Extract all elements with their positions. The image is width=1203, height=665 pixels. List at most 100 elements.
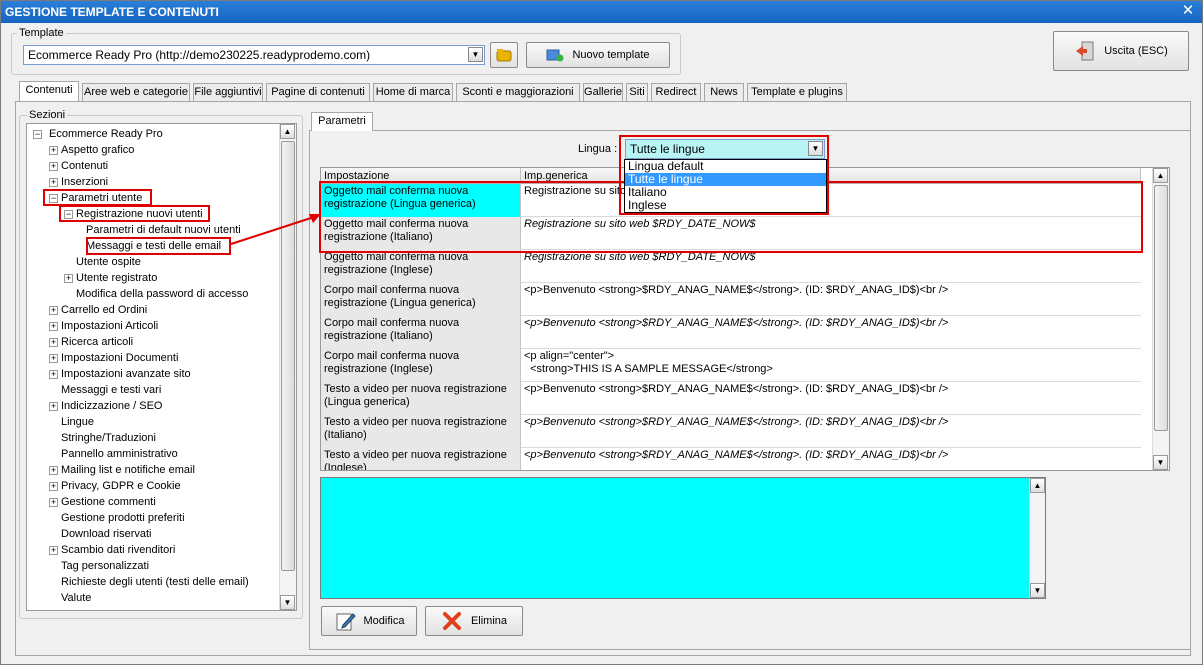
tab-1[interactable]: Aree web e categorie — [82, 83, 190, 101]
column-header[interactable]: Impostazione — [321, 168, 521, 184]
tree-item[interactable]: Valute — [61, 590, 91, 606]
tab-2[interactable]: File aggiuntivi — [193, 83, 263, 101]
tab-3[interactable]: Pagine di contenuti — [266, 83, 370, 101]
expand-icon[interactable]: + — [49, 482, 58, 491]
lingua-option[interactable]: Inglese — [625, 199, 826, 212]
value-cell[interactable]: Registrazione su sito web $RDY_DATE_NOW$ — [521, 250, 1141, 283]
expand-icon[interactable]: + — [49, 162, 58, 171]
expand-icon[interactable]: + — [49, 370, 58, 379]
tree-item[interactable]: Indicizzazione / SEO — [61, 398, 163, 414]
tab-10[interactable]: Template e plugins — [747, 83, 847, 101]
table-row[interactable]: Testo a video per nuova registrazione (I… — [321, 448, 1141, 470]
expand-icon[interactable]: + — [49, 146, 58, 155]
scroll-down-icon[interactable]: ▼ — [1153, 455, 1168, 470]
tree-item[interactable]: Aspetto grafico — [61, 142, 134, 158]
setting-cell[interactable]: Corpo mail conferma nuova registrazione … — [321, 316, 521, 349]
tree-item[interactable]: Impostazioni Articoli — [61, 318, 158, 334]
tab-5[interactable]: Sconti e maggiorazioni — [456, 83, 580, 101]
tree-item[interactable]: Gestione commenti — [61, 494, 156, 510]
table-row[interactable]: Oggetto mail conferma nuova registrazion… — [321, 250, 1141, 283]
scroll-thumb[interactable] — [281, 141, 295, 571]
expand-icon[interactable]: + — [49, 338, 58, 347]
collapse-icon[interactable]: − — [64, 210, 73, 219]
scroll-up-icon[interactable]: ▲ — [280, 124, 295, 139]
expand-icon[interactable]: + — [49, 306, 58, 315]
value-cell[interactable]: <p>Benvenuto <strong>$RDY_ANAG_NAME$</st… — [521, 415, 1141, 448]
scroll-down-icon[interactable]: ▼ — [280, 595, 295, 610]
exit-button[interactable]: Uscita (ESC) — [1053, 31, 1189, 71]
collapse-icon[interactable]: − — [49, 194, 58, 203]
tab-parametri[interactable]: Parametri — [311, 112, 373, 131]
value-cell[interactable]: Registrazione su sito — [521, 184, 1141, 217]
value-cell[interactable]: Registrazione su sito web $RDY_DATE_NOW$ — [521, 217, 1141, 250]
close-icon[interactable]: ✕ — [1180, 3, 1196, 19]
value-cell[interactable]: <p>Benvenuto <strong>$RDY_ANAG_NAME$</st… — [521, 283, 1141, 316]
tab-6[interactable]: Gallerie — [583, 83, 623, 101]
memo-scrollbar[interactable]: ▲ ▼ — [1029, 478, 1045, 598]
expand-icon[interactable]: + — [64, 274, 73, 283]
tree-item[interactable]: Impostazioni avanzate sito — [61, 366, 191, 382]
setting-cell[interactable]: Oggetto mail conferma nuova registrazion… — [321, 250, 521, 283]
tree-item[interactable]: Modifica della password di accesso — [76, 286, 248, 302]
tree-item[interactable]: Utente ospite — [76, 254, 141, 270]
tree-item[interactable]: Utente registrato — [76, 270, 157, 286]
scroll-up-icon[interactable]: ▲ — [1030, 478, 1045, 493]
tree-item[interactable]: Carrello ed Ordini — [61, 302, 147, 318]
tree-item[interactable]: Contenuti — [61, 158, 108, 174]
tree-scrollbar[interactable]: ▲ ▼ — [279, 124, 296, 610]
value-cell[interactable]: <p align="center"> <strong>THIS IS A SAM… — [521, 349, 1141, 382]
tab-7[interactable]: Siti — [626, 83, 648, 101]
open-folder-button[interactable] — [490, 42, 518, 68]
new-template-button[interactable]: Nuovo template — [526, 42, 670, 68]
tree-item[interactable]: Ecommerce Ready Pro — [49, 126, 163, 142]
template-select[interactable]: Ecommerce Ready Pro (http://demo230225.r… — [23, 45, 485, 65]
table-row[interactable]: Oggetto mail conferma nuova registrazion… — [321, 217, 1141, 250]
edit-button[interactable]: Modifica — [321, 606, 417, 636]
tree-item[interactable]: Impostazioni Documenti — [61, 350, 178, 366]
setting-cell[interactable]: Testo a video per nuova registrazione (I… — [321, 415, 521, 448]
tab-4[interactable]: Home di marca — [373, 83, 453, 101]
expand-icon[interactable]: + — [49, 178, 58, 187]
setting-cell[interactable]: Testo a video per nuova registrazione (L… — [321, 382, 521, 415]
tree-item[interactable]: Messaggi e testi vari — [61, 382, 161, 398]
expand-icon[interactable]: + — [49, 466, 58, 475]
tree-item[interactable]: Pannello amministrativo — [61, 446, 178, 462]
tree-item[interactable]: Mailing list e notifiche email — [61, 462, 195, 478]
tree-item[interactable]: Ricerca articoli — [61, 334, 133, 350]
delete-button[interactable]: Elimina — [425, 606, 523, 636]
setting-cell[interactable]: Oggetto mail conferma nuova registrazion… — [321, 217, 521, 250]
tree-item[interactable]: Registrazione nuovi utenti — [76, 206, 203, 222]
tab-0[interactable]: Contenuti — [19, 81, 79, 101]
tree-item[interactable]: Lingue — [61, 414, 94, 430]
column-header[interactable]: Imp.generica — [521, 168, 1141, 184]
expand-icon[interactable]: + — [49, 402, 58, 411]
tree-item[interactable]: Parametri di default nuovi utenti — [86, 222, 241, 238]
lingua-select[interactable]: Tutte le lingue ▼ — [625, 139, 825, 159]
setting-cell[interactable]: Oggetto mail conferma nuova registrazion… — [321, 184, 521, 217]
tree-item[interactable]: Privacy, GDPR e Cookie — [61, 478, 181, 494]
chevron-down-icon[interactable]: ▼ — [468, 47, 483, 62]
tree-item[interactable]: Parametri utente — [61, 190, 142, 206]
tree-item[interactable]: Inserzioni — [61, 174, 108, 190]
table-row[interactable]: Testo a video per nuova registrazione (L… — [321, 382, 1141, 415]
value-cell[interactable]: <p>Benvenuto <strong>$RDY_ANAG_NAME$</st… — [521, 382, 1141, 415]
tab-8[interactable]: Redirect — [651, 83, 701, 101]
expand-icon[interactable]: + — [49, 546, 58, 555]
tree-item[interactable]: Scambio dati rivenditori — [61, 542, 175, 558]
scroll-down-icon[interactable]: ▼ — [1030, 583, 1045, 598]
table-row[interactable]: Corpo mail conferma nuova registrazione … — [321, 316, 1141, 349]
table-row[interactable]: Corpo mail conferma nuova registrazione … — [321, 283, 1141, 316]
tree-item[interactable]: Stringhe/Traduzioni — [61, 430, 156, 446]
value-cell[interactable]: <p>Benvenuto <strong>$RDY_ANAG_NAME$</st… — [521, 316, 1141, 349]
table-row[interactable]: Corpo mail conferma nuova registrazione … — [321, 349, 1141, 382]
expand-icon[interactable]: + — [49, 322, 58, 331]
grid-scrollbar[interactable]: ▲ ▼ — [1152, 168, 1169, 470]
tree-item[interactable]: Gestione prodotti preferiti — [61, 510, 185, 526]
tree-item[interactable]: Tag personalizzati — [61, 558, 149, 574]
tree-item[interactable]: Messaggi e testi delle email — [86, 238, 221, 254]
setting-cell[interactable]: Corpo mail conferma nuova registrazione … — [321, 283, 521, 316]
expand-icon[interactable]: + — [49, 354, 58, 363]
scroll-thumb[interactable] — [1154, 185, 1168, 431]
expand-icon[interactable]: + — [49, 498, 58, 507]
setting-cell[interactable]: Testo a video per nuova registrazione (I… — [321, 448, 521, 470]
